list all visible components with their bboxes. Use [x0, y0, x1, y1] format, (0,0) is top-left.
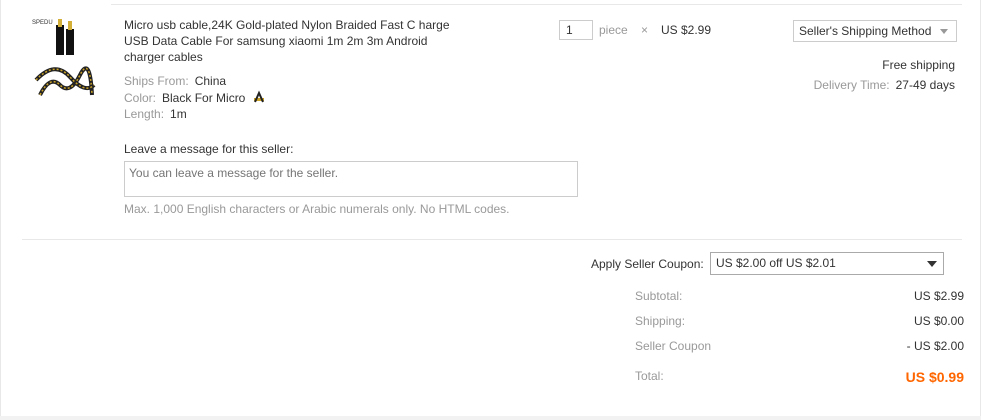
seller-coupon-label: Seller Coupon	[635, 339, 712, 353]
length-row: Length: 1m	[124, 106, 187, 122]
ships-from-value: China	[194, 74, 227, 88]
length-label: Length:	[124, 107, 165, 121]
order-item-card: SPEDU Micro usb cable,24K Gold-plated Ny…	[0, 0, 981, 416]
total-value: US $0.99	[905, 369, 964, 385]
color-row: Color: Black For Micro	[124, 90, 266, 106]
seller-coupon-value: - US $2.00	[906, 339, 964, 353]
color-swatch-icon	[253, 90, 264, 103]
seller-coupon-select[interactable]: US $2.00 off US $2.01	[710, 252, 944, 275]
section-divider	[22, 239, 962, 240]
quantity-input[interactable]: 1	[559, 20, 593, 40]
seller-message-input[interactable]	[124, 161, 578, 197]
message-hint: Max. 1,000 English characters or Arabic …	[124, 202, 510, 216]
color-value: Black For Micro	[162, 91, 246, 105]
product-title[interactable]: Micro usb cable,24K Gold-plated Nylon Br…	[124, 17, 459, 65]
color-label: Color:	[124, 91, 157, 105]
ships-from-row: Ships From: China	[124, 73, 226, 89]
subtotal-value: US $2.99	[913, 289, 964, 303]
free-shipping-text: Free shipping	[882, 58, 955, 72]
shipping-method-select[interactable]: Seller's Shipping Method	[793, 20, 957, 42]
shipping-label: Shipping:	[635, 314, 686, 328]
product-thumbnail[interactable]: SPEDU	[30, 15, 100, 101]
delivery-time: Delivery Time: 27-49 days	[814, 78, 955, 92]
coupon-selected-value: US $2.00 off US $2.01	[716, 256, 836, 270]
dropdown-arrow-icon	[927, 261, 937, 267]
subtotal-label: Subtotal:	[635, 289, 683, 303]
quantity-unit: piece	[599, 23, 628, 37]
shipping-value: US $0.00	[913, 314, 964, 328]
unit-price: US $2.99	[661, 23, 712, 37]
coupon-label: Apply Seller Coupon:	[591, 257, 704, 271]
multiply-sign: ×	[641, 23, 649, 37]
delivery-time-value: 27-49 days	[895, 78, 955, 92]
brand-logo-text: SPEDU	[32, 20, 53, 26]
message-label: Leave a message for this seller:	[124, 142, 294, 156]
total-label: Total:	[635, 369, 664, 383]
chevron-down-icon	[940, 29, 948, 34]
ships-from-label: Ships From:	[124, 74, 189, 88]
top-divider	[111, 4, 962, 5]
shipping-method-value: Seller's Shipping Method	[799, 24, 932, 38]
delivery-time-label: Delivery Time:	[813, 78, 890, 92]
length-value: 1m	[170, 107, 187, 121]
